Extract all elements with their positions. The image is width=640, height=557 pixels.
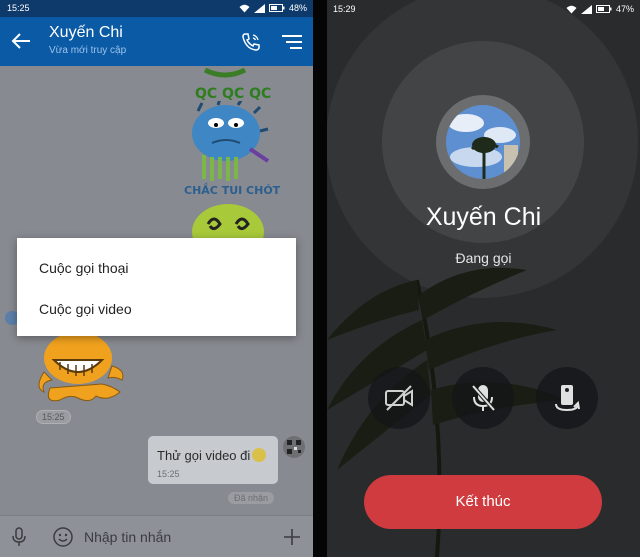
call-type-dialog: Cuộc gọi thoại Cuộc gọi video bbox=[17, 238, 296, 336]
delivery-status: Đã nhận bbox=[228, 492, 275, 504]
back-arrow-icon[interactable] bbox=[10, 30, 32, 52]
voice-call-option[interactable]: Cuộc gọi thoại bbox=[39, 260, 129, 276]
wifi-icon bbox=[566, 5, 577, 13]
message-text-wrap: Thử gọi video đi bbox=[157, 448, 267, 463]
last-seen: Vừa mới truy cập bbox=[49, 45, 127, 56]
signal-icon bbox=[253, 3, 265, 13]
smiley-icon[interactable] bbox=[52, 526, 74, 548]
video-call-option[interactable]: Cuộc gọi video bbox=[39, 301, 132, 317]
sticker-top-partial bbox=[203, 67, 247, 78]
chat-screen: 15:25 48% Xuyến Chi Vừa mới truy cập QC … bbox=[0, 0, 313, 557]
timestamp-pill: 15:25 bbox=[36, 410, 71, 424]
smile-emoji-icon bbox=[252, 448, 267, 462]
toggle-video-button[interactable] bbox=[368, 367, 430, 429]
message-input[interactable]: Nhập tin nhắn bbox=[84, 529, 171, 545]
menu-icon[interactable] bbox=[280, 32, 304, 52]
sticker-caption: QC QC QC bbox=[195, 86, 272, 102]
composer-bar: Nhập tin nhắn bbox=[0, 515, 313, 557]
mic-off-icon bbox=[471, 384, 496, 412]
screenshot-pair: 15:25 48% Xuyến Chi Vừa mới truy cập QC … bbox=[0, 0, 640, 557]
callee-name: Xuyến Chi bbox=[425, 203, 542, 231]
switch-camera-button[interactable] bbox=[536, 367, 598, 429]
battery-percent: 48% bbox=[288, 3, 307, 13]
callee-avatar bbox=[446, 105, 520, 179]
end-call-button[interactable]: Kết thúc bbox=[364, 475, 602, 529]
phone-icon[interactable] bbox=[240, 31, 262, 53]
sticker-caption: CHẮC TUI CHÓT bbox=[184, 184, 281, 197]
message-text: Thử gọi video đi bbox=[157, 448, 251, 463]
status-time: 15:29 bbox=[333, 4, 356, 14]
laughing-sticker[interactable] bbox=[30, 336, 130, 408]
status-time: 15:25 bbox=[7, 3, 30, 13]
wifi-icon bbox=[239, 4, 250, 12]
mute-button[interactable] bbox=[452, 367, 514, 429]
message-time: 15:25 bbox=[157, 469, 180, 479]
chat-header: Xuyến Chi Vừa mới truy cập bbox=[0, 17, 313, 66]
switch-camera-icon bbox=[555, 385, 580, 412]
battery-percent: 47% bbox=[615, 4, 634, 14]
mic-icon[interactable] bbox=[9, 526, 29, 548]
outgoing-message-bubble[interactable]: Thử gọi video đi 15:25 bbox=[148, 436, 278, 484]
contact-name[interactable]: Xuyến Chi bbox=[49, 24, 123, 42]
fish-sticker[interactable] bbox=[188, 101, 273, 181]
video-off-icon bbox=[385, 385, 413, 411]
divider bbox=[313, 0, 327, 557]
signal-icon bbox=[580, 4, 592, 14]
battery-icon bbox=[595, 5, 612, 13]
plus-icon[interactable] bbox=[281, 526, 303, 548]
green-sticker[interactable] bbox=[188, 202, 268, 242]
calling-screen: 15:29 47% Xuyến Chi Đang gọi Kết thúc bbox=[327, 0, 640, 557]
status-bar: 15:25 48% bbox=[0, 0, 313, 17]
call-status: Đang gọi bbox=[455, 250, 512, 266]
battery-icon bbox=[268, 4, 285, 12]
my-avatar[interactable] bbox=[283, 436, 305, 458]
status-bar: 15:29 47% bbox=[327, 0, 640, 17]
